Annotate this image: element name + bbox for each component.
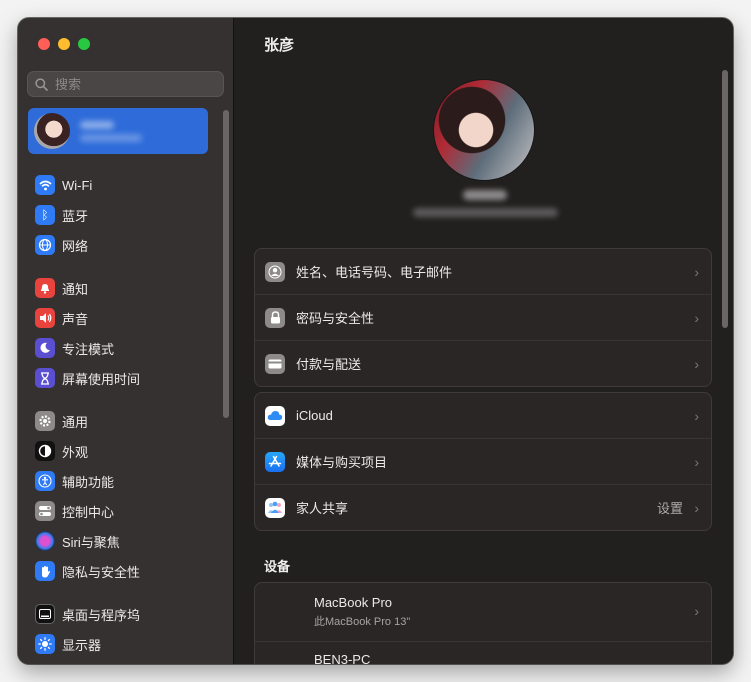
family-setup-label: 设置 [656,501,683,516]
row-label: 家人共享 [296,501,349,516]
app-store-icon [265,451,285,472]
chevron-right-icon: › [694,499,699,516]
sidebar-item-label: 外观 [62,444,89,460]
minimize-button[interactable] [58,38,70,50]
search-field[interactable] [27,71,224,97]
gear-icon [35,411,55,431]
row-icloud[interactable]: iCloud › [255,393,711,438]
sidebar-item-label: 声音 [62,311,89,327]
profile-name-blurred [410,190,560,217]
close-button[interactable] [38,38,50,50]
sidebar-item-control-center[interactable]: 控制中心 [18,496,233,526]
lock-icon [265,307,285,328]
sidebar-item-label: 显示器 [62,637,102,653]
globe-icon [35,235,55,255]
main-scrollbar[interactable] [722,70,728,328]
sidebar-list: Wi-Fi ᛒ 蓝牙 网络 通知 声音 专注模式 屏幕使用时间 通用 外观 辅助… [18,170,233,659]
row-label: 付款与配送 [296,357,362,372]
row-label: 媒体与购买项目 [296,455,388,470]
sidebar-item-label: 隐私与安全性 [62,564,141,580]
device-name: BEN3-PC [314,652,371,664]
sidebar-item-label: 网络 [62,238,89,254]
row-name-phone-email[interactable]: 姓名、电话号码、电子邮件 › [255,249,711,294]
sidebar-item-label: 专注模式 [62,341,115,357]
row-password-security[interactable]: 密码与安全性 › [255,294,711,340]
sun-icon [35,634,55,654]
wifi-icon [35,175,55,195]
sidebar: Wi-Fi ᛒ 蓝牙 网络 通知 [18,18,234,664]
settings-window: Wi-Fi ᛒ 蓝牙 网络 通知 [18,18,733,664]
devices-group: MacBook Pro 此MacBook Pro 13" › BEN3-PC [254,582,712,664]
sidebar-item-label: 通用 [62,414,89,430]
chevron-right-icon: › [694,355,699,372]
sidebar-item-appearance[interactable]: 外观 [18,436,233,466]
row-family-sharing[interactable]: 家人共享 设置 › [255,484,711,530]
device-row-ben3-pc[interactable]: BEN3-PC [255,641,711,664]
sidebar-item-accessibility[interactable]: 辅助功能 [18,466,233,496]
hand-icon [35,561,55,581]
accessibility-icon [35,471,55,491]
sidebar-item-label: 屏幕使用时间 [62,371,141,387]
row-label: 姓名、电话号码、电子邮件 [296,265,453,280]
row-label: 密码与安全性 [296,311,375,326]
main-pane: 张彦 姓名、电话号码、电子邮件 › 密码与安全性 › 付款与配送 › iClou… [234,18,733,664]
device-subtitle: 此MacBook Pro 13" [314,616,411,628]
account-item[interactable] [28,108,208,154]
siri-icon [35,531,55,551]
sidebar-item-label: 桌面与程序坞 [62,607,141,623]
sidebar-item-label: 辅助功能 [62,474,115,490]
bluetooth-icon: ᛒ [35,205,55,225]
row-label: iCloud [296,408,333,423]
sidebar-item-focus[interactable]: 专注模式 [18,333,233,363]
chevron-right-icon: › [694,309,699,326]
zoom-button[interactable] [78,38,90,50]
avatar [34,113,70,149]
sidebar-item-bluetooth[interactable]: ᛒ 蓝牙 [18,200,233,230]
sidebar-item-screen-time[interactable]: 屏幕使用时间 [18,363,233,393]
page-title: 张彦 [264,37,295,54]
sidebar-item-network[interactable]: 网络 [18,230,233,260]
window-controls [38,38,90,50]
hourglass-icon [35,368,55,388]
family-icon [265,497,285,518]
bell-icon [35,278,55,298]
sidebar-item-notifications[interactable]: 通知 [18,273,233,303]
chevron-right-icon: › [694,407,699,424]
search-input[interactable] [53,75,207,93]
moon-icon [35,338,55,358]
appearance-icon [35,441,55,461]
sidebar-item-general[interactable]: 通用 [18,406,233,436]
speaker-icon [35,308,55,328]
card-icon [265,353,285,374]
person-icon [265,261,285,282]
chevron-right-icon: › [694,263,699,280]
row-media-purchases[interactable]: 媒体与购买项目 › [255,438,711,484]
search-icon [35,77,48,91]
row-payment-shipping[interactable]: 付款与配送 › [255,340,711,386]
device-row-macbook-pro[interactable]: MacBook Pro 此MacBook Pro 13" › [255,583,711,641]
devices-heading: 设备 [264,559,291,574]
sidebar-item-label: 通知 [62,281,89,297]
sidebar-item-label: Wi-Fi [62,177,93,193]
sidebar-item-wifi[interactable]: Wi-Fi [18,170,233,200]
sidebar-item-label: 蓝牙 [62,208,89,224]
sidebar-item-displays[interactable]: 显示器 [18,629,233,659]
sidebar-item-label: 控制中心 [62,504,115,520]
device-name: MacBook Pro [314,595,393,610]
services-group: iCloud › 媒体与购买项目 › 家人共享 设置 › [254,392,712,531]
sidebar-scrollbar[interactable] [223,110,229,418]
chevron-right-icon: › [694,603,699,619]
sidebar-item-siri[interactable]: Siri与聚焦 [18,526,233,556]
control-center-icon [35,501,55,521]
profile-picture[interactable] [434,80,534,180]
sidebar-item-label: Siri与聚焦 [62,534,120,550]
sidebar-item-privacy[interactable]: 隐私与安全性 [18,556,233,586]
account-settings-group: 姓名、电话号码、电子邮件 › 密码与安全性 › 付款与配送 › [254,248,712,387]
sidebar-item-sound[interactable]: 声音 [18,303,233,333]
sidebar-item-desktop-dock[interactable]: 桌面与程序坞 [18,599,233,629]
dock-icon [35,604,55,624]
cloud-icon [265,405,285,426]
chevron-right-icon: › [694,453,699,470]
account-name-blurred [80,116,142,147]
